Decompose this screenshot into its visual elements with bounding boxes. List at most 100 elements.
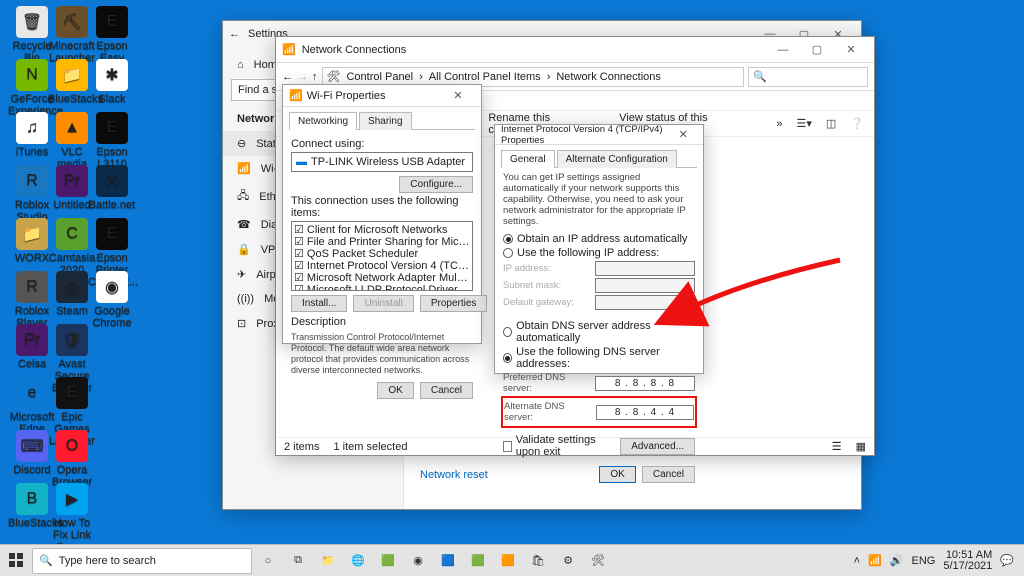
app-chrome[interactable]: ◉: [404, 548, 432, 574]
crumb[interactable]: Network Connections: [552, 69, 665, 85]
close-icon[interactable]: ✕: [669, 125, 697, 145]
app-word[interactable]: 🟦: [434, 548, 462, 574]
task-view-icon[interactable]: ⧉: [284, 548, 312, 574]
nav-up-icon[interactable]: ↑: [312, 71, 318, 83]
app-excel[interactable]: 🟩: [464, 548, 492, 574]
netconn-title: Network Connections: [302, 44, 407, 56]
tab-sharing[interactable]: Sharing: [359, 112, 411, 130]
cancel-button[interactable]: Cancel: [642, 466, 695, 483]
preview-pane-icon[interactable]: ◫: [826, 117, 836, 130]
cortana-icon[interactable]: ○: [254, 548, 282, 574]
app-camtasia[interactable]: 🟩: [374, 548, 402, 574]
taskbar-search[interactable]: 🔍Type here to search: [32, 548, 252, 574]
checkbox-icon[interactable]: [503, 441, 512, 452]
network-item[interactable]: QoS Packet Scheduler: [294, 248, 470, 260]
adapter-name: TP-LINK Wireless USB Adapter: [311, 156, 465, 168]
radio-label: Use the following DNS server addresses:: [516, 346, 695, 370]
configure-button[interactable]: Configure...: [399, 176, 473, 193]
app-powerpoint[interactable]: 🟧: [494, 548, 522, 574]
tab-alternate[interactable]: Alternate Configuration: [557, 150, 677, 168]
network-item[interactable]: File and Printer Sharing for Microsoft N…: [294, 236, 470, 248]
ok-button[interactable]: OK: [377, 382, 413, 399]
radio-label: Use the following IP address:: [517, 247, 659, 259]
view-options-icon[interactable]: ☰▾: [797, 117, 812, 130]
close-icon[interactable]: ✕: [834, 40, 868, 60]
airplane-icon: ✈: [237, 268, 246, 281]
wifi-title: Wi-Fi Properties: [307, 90, 386, 102]
network-item[interactable]: Microsoft LLDP Protocol Driver: [294, 284, 470, 291]
tray-chevron-icon[interactable]: ˄: [854, 555, 860, 567]
install-button[interactable]: Install...: [291, 295, 347, 312]
desktop-icon[interactable]: ▶How To Fix Link Scre...: [48, 483, 96, 553]
nav-fwd-icon[interactable]: →: [297, 71, 308, 83]
tray-date: 5/17/2021: [943, 560, 992, 572]
radio-icon: [503, 327, 512, 337]
view-large-icon[interactable]: ▦: [856, 440, 866, 453]
taskbar: 🔍Type here to search ○ ⧉ 📁 🌐 🟩 ◉ 🟦 🟩 🟧 🛍…: [0, 544, 1024, 576]
desktop-icon[interactable]: ◉Google Chrome: [88, 271, 136, 329]
explorer-search[interactable]: 🔍: [748, 67, 868, 87]
radio-manual-dns[interactable]: Use the following DNS server addresses:: [503, 346, 695, 370]
desktop-icon[interactable]: OOpera Browser: [48, 430, 96, 488]
network-item[interactable]: Internet Protocol Version 4 (TCP/IPv4): [294, 260, 470, 272]
wifi-dialog-icon: 📶: [289, 89, 303, 102]
minimize-icon[interactable]: —: [766, 40, 800, 60]
radio-manual-ip[interactable]: Use the following IP address:: [503, 247, 695, 259]
crumb[interactable]: All Control Panel Items: [425, 69, 545, 85]
desktop-icon[interactable]: ✱Slack: [88, 59, 136, 105]
ipv4-titlebar[interactable]: Internet Protocol Version 4 (TCP/IPv4) P…: [495, 125, 703, 145]
back-icon[interactable]: ←: [229, 28, 240, 40]
ip-address-row: IP address:: [503, 261, 695, 276]
network-item[interactable]: Client for Microsoft Networks: [294, 224, 470, 236]
status-icon: ⊖: [237, 137, 246, 150]
preferred-dns-row: Preferred DNS server: 8 . 8 . 8 . 8: [503, 372, 695, 394]
wifi-titlebar[interactable]: 📶 Wi-Fi Properties ✕: [283, 85, 481, 107]
network-item[interactable]: Microsoft Network Adapter Multiplexor Pr…: [294, 272, 470, 284]
network-items-list[interactable]: Client for Microsoft NetworksFile and Pr…: [291, 221, 473, 291]
radio-auto-ip[interactable]: Obtain an IP address automatically: [503, 233, 695, 245]
tray-notifications-icon[interactable]: 💬: [1000, 554, 1014, 567]
cancel-button[interactable]: Cancel: [420, 382, 473, 399]
subnet-row: Subnet mask:: [503, 278, 695, 293]
tab-general[interactable]: General: [501, 150, 555, 168]
field-label: Preferred DNS server:: [503, 372, 591, 394]
gateway-row: Default gateway:: [503, 295, 695, 310]
ok-button[interactable]: OK: [599, 466, 635, 483]
hotspot-icon: ((i)): [237, 293, 254, 305]
status-selected: 1 item selected: [333, 441, 407, 453]
highlight-annotation: Alternate DNS server:8 . 8 . 4 . 4: [501, 396, 697, 428]
close-icon[interactable]: ✕: [441, 86, 475, 106]
crumb[interactable]: Control Panel: [342, 69, 417, 85]
radio-auto-dns[interactable]: Obtain DNS server address automatically: [503, 320, 695, 344]
adapter-icon: ▬: [296, 156, 307, 168]
maximize-icon[interactable]: ▢: [800, 40, 834, 60]
tab-networking[interactable]: Networking: [289, 112, 357, 130]
wifi-icon: 📶: [237, 162, 251, 175]
advanced-button[interactable]: Advanced...: [620, 438, 695, 455]
app-explorer[interactable]: 📁: [314, 548, 342, 574]
app-edge[interactable]: 🌐: [344, 548, 372, 574]
app-store[interactable]: 🛍: [524, 548, 552, 574]
start-button[interactable]: [2, 548, 30, 574]
netconn-titlebar[interactable]: 📶 Network Connections — ▢ ✕: [276, 37, 874, 63]
preferred-dns-input[interactable]: 8 . 8 . 8 . 8: [595, 376, 695, 391]
ipv4-properties-dialog: Internet Protocol Version 4 (TCP/IPv4) P…: [494, 124, 704, 374]
tray-lang[interactable]: ENG: [912, 555, 936, 567]
view-details-icon[interactable]: ☰: [832, 440, 842, 453]
proxy-icon: ⊡: [237, 317, 246, 330]
tray-clock[interactable]: 10:51 AM5/17/2021: [943, 550, 992, 572]
help-icon[interactable]: ❔: [850, 117, 864, 130]
app-control-panel[interactable]: 🛠: [584, 548, 612, 574]
validate-row[interactable]: Validate settings upon exitAdvanced...: [503, 434, 695, 458]
cmd-more[interactable]: »: [776, 118, 782, 130]
tray-network-icon[interactable]: 📶: [868, 554, 882, 567]
nav-back-icon[interactable]: ←: [282, 71, 293, 83]
alternate-dns-input[interactable]: 8 . 8 . 4 . 4: [596, 405, 694, 420]
vpn-icon: 🔒: [237, 243, 251, 256]
desktop-icon[interactable]: ⚔Battle.net: [88, 165, 136, 211]
field-label: Subnet mask:: [503, 280, 591, 291]
tray-volume-icon[interactable]: 🔊: [890, 554, 904, 567]
app-settings[interactable]: ⚙: [554, 548, 582, 574]
uses-items-label: This connection uses the following items…: [291, 195, 473, 219]
properties-button[interactable]: Properties: [420, 295, 488, 312]
